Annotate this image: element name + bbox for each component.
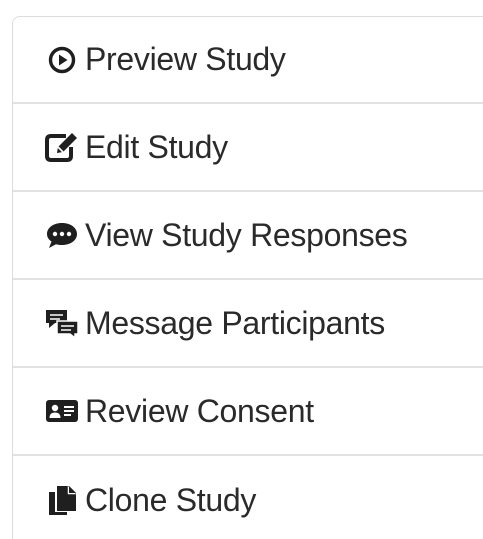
edit-icon	[43, 131, 81, 163]
message-participants-icon	[43, 307, 81, 339]
menu-item-label: Clone Study	[85, 481, 257, 518]
menu-item-review-consent[interactable]: Review Consent	[13, 368, 483, 456]
menu-item-edit-study[interactable]: Edit Study	[13, 104, 483, 192]
copy-icon	[43, 484, 81, 516]
play-circle-icon	[43, 44, 81, 76]
menu-item-preview-study[interactable]: Preview Study	[13, 17, 483, 104]
menu-item-label: Edit Study	[85, 128, 228, 165]
menu-item-label: Message Participants	[85, 304, 385, 341]
menu-item-label: View Study Responses	[85, 216, 408, 253]
menu-item-label: Preview Study	[85, 41, 286, 77]
study-actions-menu: Preview Study Edit Study View Study Resp…	[12, 16, 483, 539]
id-card-icon	[43, 395, 81, 427]
menu-item-label: Review Consent	[85, 392, 314, 429]
comment-icon	[43, 219, 81, 251]
menu-item-message-participants[interactable]: Message Participants	[13, 280, 483, 368]
menu-item-clone-study[interactable]: Clone Study	[13, 456, 483, 539]
menu-item-view-study-responses[interactable]: View Study Responses	[13, 192, 483, 280]
